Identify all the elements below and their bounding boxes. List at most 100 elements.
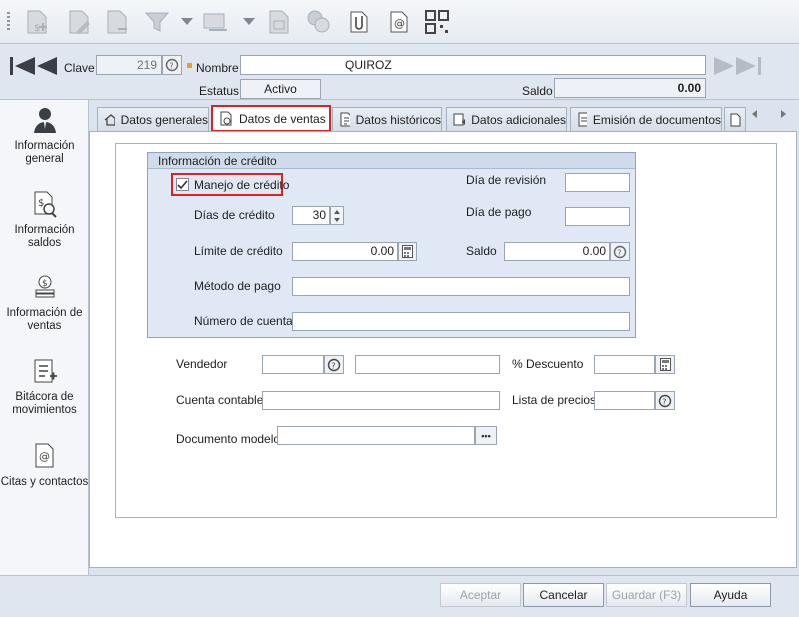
cuenta-contable-label: Cuenta contable	[176, 393, 264, 407]
cuenta-contable-input[interactable]	[262, 391, 500, 410]
first-bar-icon	[10, 57, 13, 75]
tab-datos-adicionales[interactable]: Datos adicionales	[446, 107, 567, 131]
manejo-credito-checkbox[interactable]	[176, 178, 189, 191]
tab-label: Emisión de documentos	[592, 112, 721, 127]
sidebar-item-citas-contactos[interactable]: @ Citas y contactos	[0, 442, 89, 489]
sidebar-item-informacion-ventas[interactable]: $ Información de ventas	[0, 273, 89, 333]
sidebar-item-informacion-general[interactable]: Información general	[0, 106, 89, 166]
nombre-value: QUIROZ	[345, 58, 392, 72]
sidebar-item-label: Información general	[14, 140, 75, 165]
cancelar-button[interactable]: Cancelar	[523, 583, 604, 607]
clave-field[interactable]: 219	[96, 55, 162, 75]
nombre-label: Nombre	[196, 61, 239, 75]
dias-credito-input[interactable]: 30	[292, 206, 330, 225]
svg-text:?: ?	[331, 361, 335, 370]
manejo-credito-label: Manejo de crédito	[194, 178, 290, 192]
sidebar-item-label: Bitácora de movimientos	[12, 391, 77, 416]
document-icon	[730, 113, 741, 126]
tab-datos-generales[interactable]: Datos generales	[97, 107, 209, 131]
dia-pago-input[interactable]	[565, 207, 630, 226]
balance-search-icon: $	[34, 191, 57, 218]
spinner-down-icon[interactable]	[334, 218, 340, 222]
tab-scroll-left-icon[interactable]	[752, 110, 757, 118]
aceptar-button[interactable]: Aceptar	[440, 583, 521, 607]
guardar-button[interactable]: Guardar (F3)	[606, 583, 687, 607]
toolbar: $ @	[0, 0, 799, 44]
email-document-icon[interactable]: @	[384, 6, 414, 38]
movement-log-icon	[34, 359, 57, 383]
next-record-icon[interactable]	[714, 57, 734, 75]
nombre-field[interactable]: QUIROZ	[240, 55, 706, 75]
sidebar-item-informacion-saldos[interactable]: $ Información saldos	[0, 190, 89, 250]
svg-text:$: $	[42, 279, 48, 289]
numero-cuenta-label: Número de cuenta	[194, 314, 293, 328]
tab-label: Datos generales	[120, 112, 208, 127]
sidebar-item-bitacora[interactable]: Bitácora de movimientos	[0, 357, 89, 417]
tab-scroll-right-icon[interactable]	[781, 110, 786, 118]
dia-pago-label: Día de pago	[466, 205, 532, 219]
descuento-input[interactable]	[594, 355, 655, 374]
svg-text:@: @	[394, 17, 405, 30]
home-icon	[104, 114, 115, 126]
clave-search-icon[interactable]: ?	[162, 55, 182, 75]
numero-cuenta-input[interactable]	[292, 312, 630, 331]
documento-modelo-input[interactable]	[277, 426, 475, 445]
tab-label: Datos históricos	[355, 112, 441, 127]
dias-credito-spinner[interactable]	[330, 206, 344, 225]
limite-calculator-icon[interactable]	[398, 242, 417, 261]
saldo-credito-input: 0.00	[504, 242, 610, 261]
required-marker-icon	[187, 63, 192, 68]
vendedor-search-icon[interactable]: ?	[324, 355, 344, 374]
svg-text:?: ?	[662, 397, 666, 406]
documento-modelo-browse-button[interactable]: •••	[475, 426, 497, 445]
tab-label: Datos adicionales	[471, 112, 566, 127]
tab-datos-ventas[interactable]: Datos de ventas	[211, 105, 331, 132]
ayuda-button[interactable]: Ayuda	[690, 583, 771, 607]
nav-next-last	[714, 57, 762, 75]
previous-record-icon[interactable]	[37, 57, 57, 75]
lista-precios-search-icon[interactable]: ?	[655, 391, 675, 410]
first-record-icon[interactable]	[15, 57, 35, 75]
saldo-search-icon[interactable]: ?	[610, 242, 630, 261]
new-document-icon[interactable]: $	[22, 6, 52, 38]
vendedor-label: Vendedor	[176, 357, 228, 371]
payment-dropdown-icon[interactable]	[243, 18, 255, 25]
toolbar-grip[interactable]	[7, 12, 10, 32]
vendedor-code-input[interactable]	[262, 355, 324, 374]
sidebar-item-label: Información saldos	[14, 224, 75, 249]
saldo-credito-label: Saldo	[466, 244, 497, 258]
sidebar	[0, 100, 89, 575]
svg-text:@: @	[39, 450, 50, 463]
descuento-calculator-icon[interactable]	[655, 355, 675, 374]
tab-emision-documentos[interactable]: Emisión de documentos	[570, 107, 722, 131]
dias-credito-label: Días de crédito	[194, 208, 275, 222]
limite-credito-label: Límite de crédito	[194, 244, 283, 258]
svg-text:$: $	[34, 23, 40, 34]
last-record-icon[interactable]	[736, 57, 756, 75]
filter-dropdown-icon[interactable]	[181, 18, 193, 25]
filter-icon[interactable]	[142, 6, 172, 38]
qr-code-icon[interactable]	[422, 6, 452, 38]
delete-document-icon[interactable]	[102, 6, 132, 38]
sales-icon: $	[35, 275, 54, 298]
estatus-field: Activo	[240, 79, 321, 99]
limite-credito-input[interactable]: 0.00	[292, 242, 398, 261]
tab-datos-historicos[interactable]: Datos históricos	[332, 107, 442, 131]
estatus-label: Estatus	[199, 84, 240, 98]
document-issue-icon	[578, 112, 587, 127]
metodo-pago-input[interactable]	[292, 277, 630, 296]
report-icon[interactable]	[264, 6, 294, 38]
lista-precios-input[interactable]	[594, 391, 655, 410]
spinner-up-icon[interactable]	[334, 210, 340, 214]
dia-revision-input[interactable]	[565, 173, 630, 192]
payment-icon[interactable]	[200, 6, 230, 38]
svg-text:?: ?	[617, 248, 621, 257]
dia-revision-label: Día de revisión	[466, 173, 547, 187]
tab-overflow[interactable]	[724, 107, 746, 131]
last-bar-icon	[758, 57, 761, 75]
attachment-icon[interactable]	[344, 6, 374, 38]
tab-label: Datos de ventas	[239, 111, 326, 126]
clave-label: Clave	[64, 61, 95, 75]
edit-document-icon[interactable]	[64, 6, 94, 38]
coins-icon[interactable]	[304, 6, 334, 38]
